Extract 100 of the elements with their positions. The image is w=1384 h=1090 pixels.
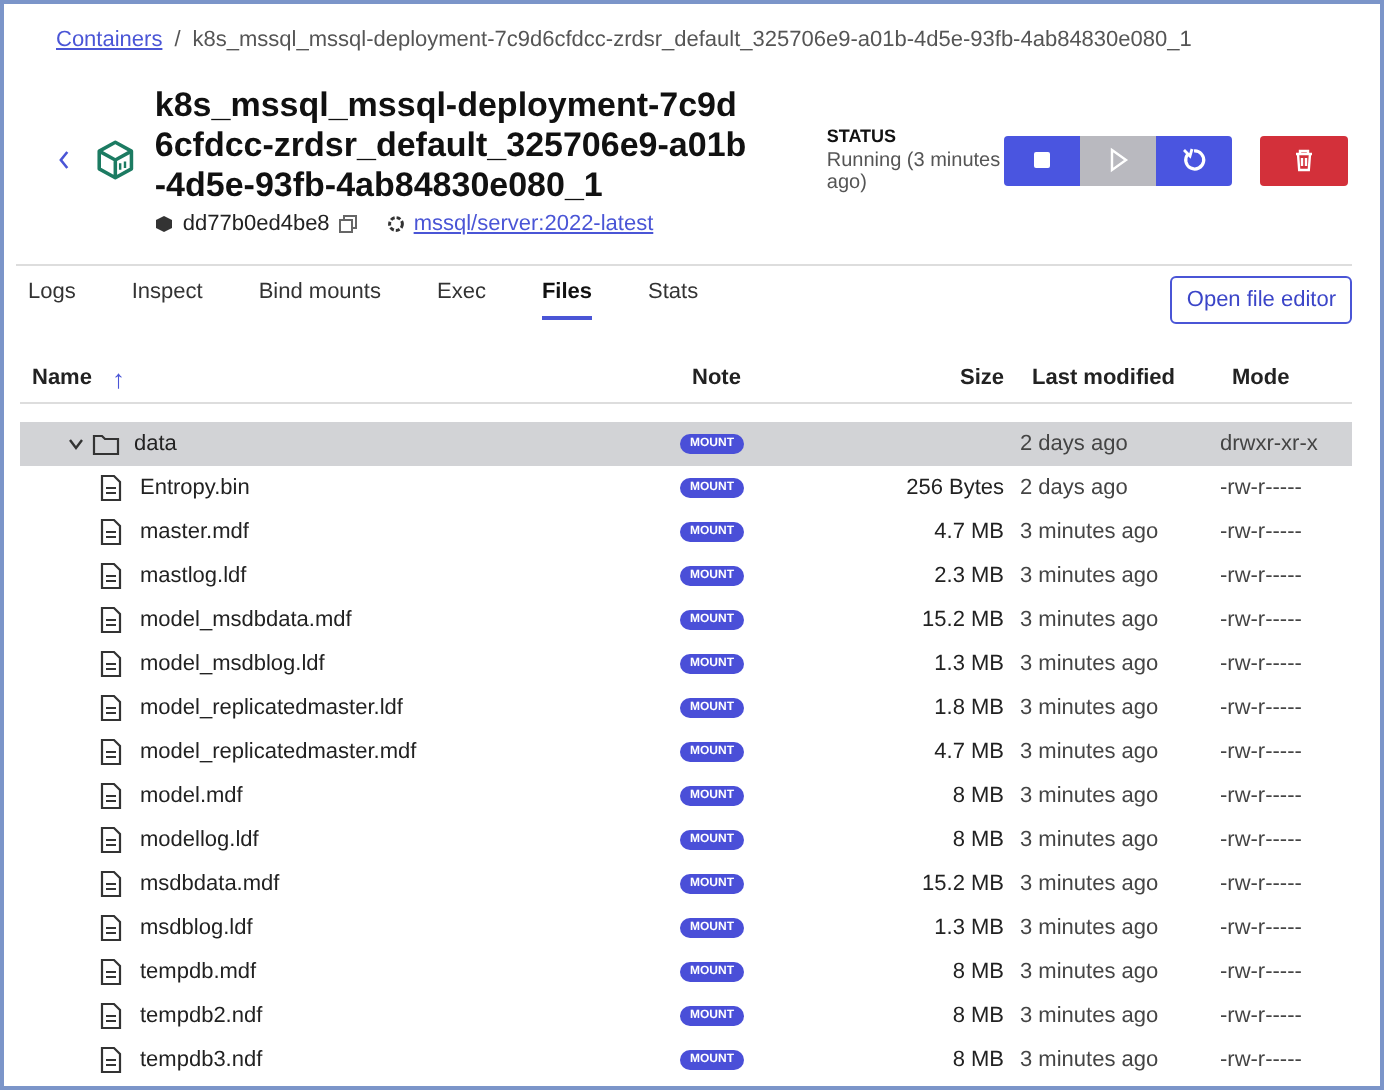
status-label: STATUS (826, 126, 899, 146)
file-name: model_replicatedmaster.ldf (140, 696, 403, 720)
container-title: k8s_mssql_mssql-deployment-7c9d6cfdcc-zrdsr_default_325706e9-a01b-4d5e-93fb-4ab84830e080_1 (154, 85, 749, 205)
modified-time: 3 minutes ago (1020, 1004, 1159, 1028)
file-icon (100, 694, 122, 722)
file-size: 4.7 MB (934, 520, 1004, 544)
modified-time: 2 days ago (1020, 476, 1128, 500)
tab[interactable]: Logs (28, 272, 76, 320)
file-name: msdblog.ldf (140, 916, 253, 940)
file-icon (100, 562, 122, 590)
column-header[interactable]: Last modified (1032, 366, 1176, 390)
column-header[interactable]: Size (959, 366, 1004, 390)
modified-time: 3 minutes ago (1020, 784, 1159, 808)
breadcrumb-link[interactable]: Containers (56, 28, 163, 52)
file-size: 4.7 MB (934, 740, 1004, 764)
restart-button[interactable] (1156, 135, 1232, 185)
modified-time: 2 days ago (1020, 432, 1128, 456)
tab[interactable]: Stats (648, 272, 699, 320)
file-name: mastlog.ldf (140, 564, 247, 588)
file-name: tempdb.mdf (140, 960, 257, 984)
chevron-down-icon[interactable] (68, 436, 84, 452)
modified-time: 3 minutes ago (1020, 564, 1159, 588)
file-size: 1.3 MB (934, 652, 1004, 676)
file-size: 2.3 MB (934, 564, 1004, 588)
modified-time: 3 minutes ago (1020, 740, 1159, 764)
file-icon (100, 958, 122, 986)
modified-time: 3 minutes ago (1020, 696, 1159, 720)
container-id: dd77b0ed4be8 (182, 211, 330, 235)
file-size: 8 MB (952, 1048, 1004, 1072)
open-file-editor-button[interactable]: Open file editor (1170, 276, 1352, 324)
back-icon[interactable] (56, 146, 73, 174)
file-mode: -rw-r----- (1220, 608, 1302, 632)
sort-icon[interactable]: ↑ (111, 363, 125, 393)
file-icon (100, 606, 122, 634)
file-mode: -rw-r----- (1220, 564, 1302, 588)
file-size: 1.8 MB (934, 696, 1004, 720)
file-icon (100, 782, 122, 810)
folder-icon (92, 432, 120, 456)
copy-icon[interactable] (337, 213, 358, 233)
file-size: 8 MB (952, 960, 1004, 984)
file-name: master.mdf (140, 520, 249, 544)
modified-time: 3 minutes ago (1020, 828, 1159, 852)
file-icon (100, 650, 122, 678)
file-mode: -rw-r----- (1220, 652, 1302, 676)
tab[interactable]: Exec (436, 272, 486, 320)
file-size: 15.2 MB (922, 872, 1004, 896)
breadcrumb-separator: / (174, 28, 181, 52)
file-name: msdbdata.mdf (140, 872, 280, 896)
file-name: data (134, 432, 177, 456)
file-name: model_msdbdata.mdf (140, 608, 352, 632)
image-link[interactable]: mssql/server:2022-latest (413, 211, 654, 235)
column-header[interactable]: Note (692, 366, 741, 390)
file-icon (100, 1002, 122, 1030)
file-icon (100, 914, 122, 942)
modified-time: 3 minutes ago (1020, 652, 1159, 676)
delete-icon (1290, 146, 1318, 174)
file-name: model.mdf (140, 784, 243, 808)
modified-time: 3 minutes ago (1020, 1048, 1159, 1072)
modified-time: 3 minutes ago (1020, 608, 1159, 632)
modified-time: 3 minutes ago (1020, 520, 1159, 544)
restart-icon (1180, 146, 1208, 174)
file-name: model_msdblog.ldf (140, 652, 325, 676)
file-mode: drwxr-xr-x (1220, 432, 1318, 456)
file-mode: -rw-r----- (1220, 696, 1302, 720)
column-header[interactable]: Name (32, 366, 92, 390)
cube-icon (154, 213, 175, 233)
stop-icon (1028, 146, 1056, 174)
tab[interactable]: Bind mounts (258, 272, 381, 320)
breadcrumb-current: k8s_mssql_mssql-deployment-7c9d6cfdcc-zrdsr_default_325706e9-a01b-4d5e-93fb-4ab84830e080_1 (192, 28, 1192, 52)
file-mode: -rw-r----- (1220, 828, 1302, 852)
file-mode: -rw-r----- (1220, 916, 1302, 940)
file-mode: -rw-r----- (1220, 960, 1302, 984)
status-value: Running (3 minutes ago) (826, 150, 1003, 194)
file-mode: -rw-r----- (1220, 1048, 1302, 1072)
column-header[interactable]: Mode (1232, 366, 1290, 390)
file-mode: -rw-r----- (1220, 872, 1302, 896)
tab[interactable]: Files (541, 272, 593, 320)
modified-time: 3 minutes ago (1020, 960, 1159, 984)
file-icon (100, 870, 122, 898)
modified-time: 3 minutes ago (1020, 916, 1159, 940)
file-size: 8 MB (952, 828, 1004, 852)
delete-button[interactable] (1260, 135, 1348, 185)
tab[interactable]: Inspect (131, 272, 203, 320)
file-icon (100, 826, 122, 854)
file-size: 8 MB (952, 784, 1004, 808)
file-icon (100, 1046, 122, 1074)
file-size: 256 Bytes (906, 476, 1004, 500)
file-icon (100, 738, 122, 766)
file-name: model_replicatedmaster.mdf (140, 740, 417, 764)
file-icon (100, 518, 122, 546)
stop-button[interactable] (1004, 135, 1080, 185)
file-mode: -rw-r----- (1220, 476, 1302, 500)
modified-time: 3 minutes ago (1020, 872, 1159, 896)
file-name: tempdb3.ndf (140, 1048, 263, 1072)
file-mode: -rw-r----- (1220, 740, 1302, 764)
file-name: modellog.ldf (140, 828, 259, 852)
file-size: 8 MB (952, 1004, 1004, 1028)
file-size: 1.3 MB (934, 916, 1004, 940)
file-mode: -rw-r----- (1220, 520, 1302, 544)
file-size: 15.2 MB (922, 608, 1004, 632)
